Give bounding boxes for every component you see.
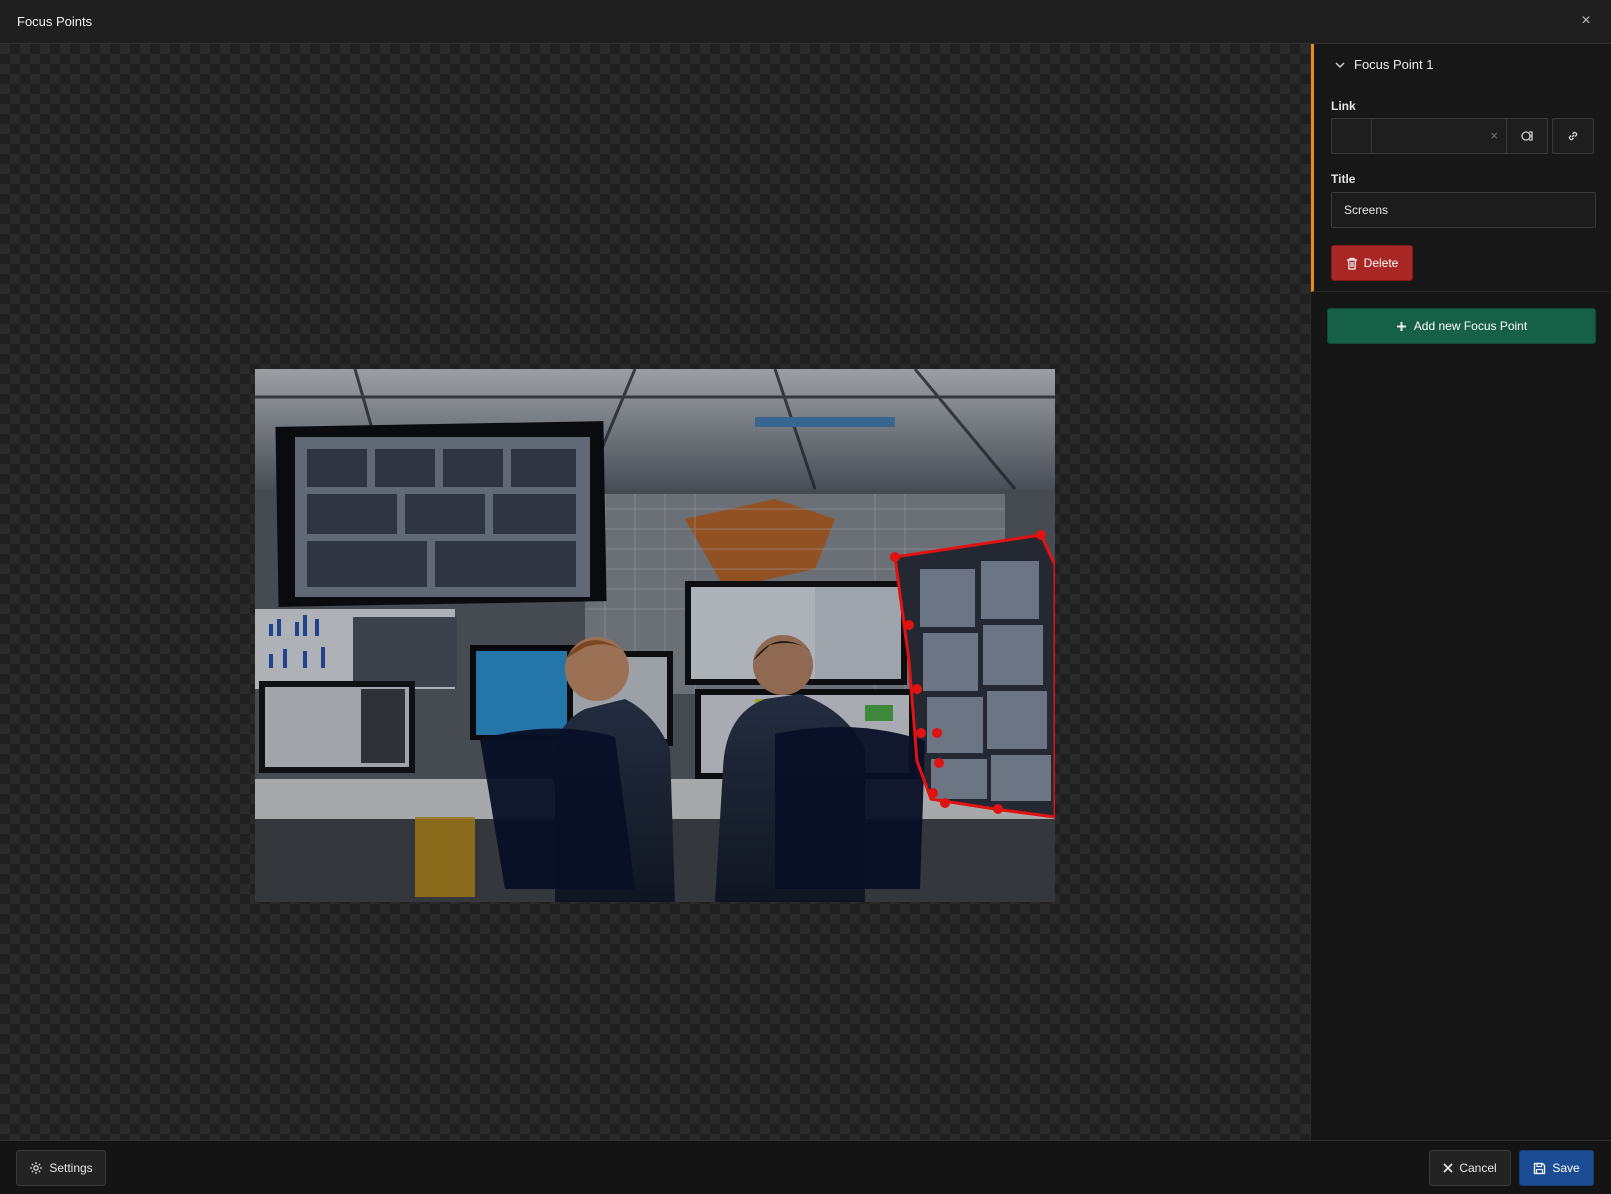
delete-button[interactable]: Delete <box>1331 245 1413 281</box>
link-browser-icon <box>1521 131 1533 141</box>
plus-icon <box>1396 321 1406 331</box>
link-row: × <box>1331 118 1596 154</box>
link-button[interactable] <box>1552 118 1594 154</box>
link-label: Link <box>1331 99 1356 113</box>
floppy-icon <box>1534 1162 1546 1174</box>
settings-button[interactable]: Settings <box>16 1150 106 1186</box>
link-icon <box>1568 131 1578 141</box>
focus-image[interactable] <box>255 369 1055 902</box>
link-input[interactable]: × <box>1372 119 1506 153</box>
delete-label: Delete <box>1363 256 1399 270</box>
focus-point-panel: Focus Point 1 Link × Title Delete <box>1310 44 1611 1140</box>
focus-point-toggle[interactable]: Focus Point 1 <box>1334 57 1434 72</box>
link-field[interactable]: × <box>1331 118 1548 154</box>
focus-point-card: Focus Point 1 Link × Title Delete <box>1311 44 1611 292</box>
focus-point-heading: Focus Point 1 <box>1354 57 1434 72</box>
title-bar: Focus Points × <box>0 0 1611 44</box>
title-label: Title <box>1331 172 1356 186</box>
save-label: Save <box>1552 1161 1580 1175</box>
add-focus-point-label: Add new Focus Point <box>1413 319 1528 333</box>
settings-label: Settings <box>49 1161 93 1175</box>
cancel-label: Cancel <box>1459 1161 1497 1175</box>
gear-icon <box>30 1162 43 1174</box>
window-title: Focus Points <box>17 14 93 29</box>
clear-icon[interactable]: × <box>1490 128 1498 143</box>
title-input[interactable] <box>1331 192 1596 228</box>
footer-bar: Settings Cancel Save <box>0 1140 1611 1194</box>
add-focus-point-button[interactable]: Add new Focus Point <box>1327 308 1596 344</box>
link-type-slot <box>1332 119 1372 153</box>
save-button[interactable]: Save <box>1519 1150 1594 1186</box>
x-icon <box>1443 1163 1453 1173</box>
cancel-button[interactable]: Cancel <box>1429 1150 1511 1186</box>
link-browser-button[interactable] <box>1506 119 1547 153</box>
close-icon[interactable]: × <box>1576 11 1596 31</box>
trash-icon <box>1346 257 1357 270</box>
image-canvas[interactable] <box>0 44 1310 1140</box>
chevron-down-icon <box>1335 61 1345 68</box>
